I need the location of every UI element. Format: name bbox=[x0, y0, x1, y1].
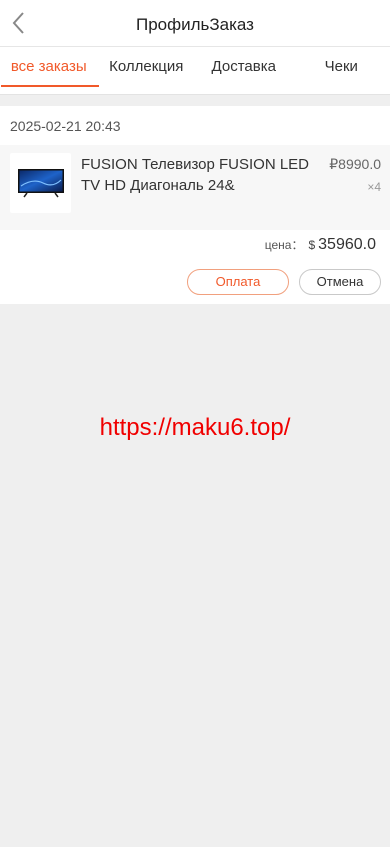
pay-button[interactable]: Оплата bbox=[187, 269, 289, 295]
product-quantity: ×4 bbox=[367, 180, 381, 194]
tab-delivery[interactable]: Доставка bbox=[195, 47, 293, 94]
total-currency: $ bbox=[308, 238, 316, 252]
total-label: цена： bbox=[264, 238, 304, 252]
tab-all-orders[interactable]: все заказы bbox=[0, 47, 98, 94]
order-total: цена： $ 35960.0 bbox=[265, 236, 376, 254]
product-image bbox=[10, 153, 71, 213]
tab-receipts[interactable]: Чеки bbox=[293, 47, 390, 94]
order-date: 2025-02-21 20:43 bbox=[10, 118, 121, 134]
page-title: ПрофильЗаказ bbox=[136, 15, 254, 34]
tv-thumbnail-icon bbox=[17, 169, 64, 198]
watermark-url: https://maku6.top/ bbox=[99, 414, 291, 441]
order-tabs: все заказы Коллекция Доставка Чеки bbox=[0, 47, 390, 95]
product-price: ₽8990.0 bbox=[329, 156, 381, 172]
order-card: 2025-02-21 20:43 FUSION Телевизор FUSION… bbox=[0, 106, 390, 304]
product-title: FUSION Телевизор FUSION LED TV HD Диагон… bbox=[81, 156, 310, 194]
orders-page: ПрофильЗаказ все заказы Коллекция Достав… bbox=[0, 0, 390, 847]
order-product-row[interactable]: FUSION Телевизор FUSION LED TV HD Диагон… bbox=[0, 145, 390, 230]
header-bar: ПрофильЗаказ bbox=[0, 0, 390, 47]
total-value: 35960.0 bbox=[318, 236, 376, 253]
tab-collection[interactable]: Коллекция bbox=[98, 47, 196, 94]
cancel-button[interactable]: Отмена bbox=[299, 269, 381, 295]
